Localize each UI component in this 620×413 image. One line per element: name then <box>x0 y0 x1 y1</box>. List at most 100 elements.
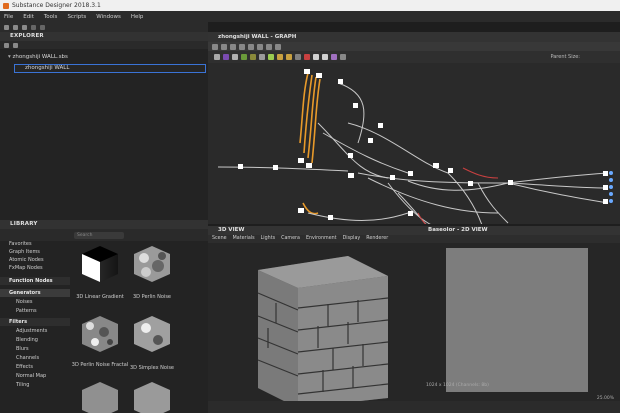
3d-view-header: 3D VIEW <box>208 226 418 235</box>
menu-bar: File Edit Tools Scripts Windows Help <box>0 11 620 22</box>
perlin-noise-thumbnail[interactable] <box>132 244 172 284</box>
menu-environment[interactable]: Environment <box>306 235 337 243</box>
node-type-icon[interactable] <box>214 54 220 60</box>
category-filters[interactable]: Filters <box>0 318 70 326</box>
menu-help[interactable]: Help <box>131 14 144 20</box>
node-type-icon[interactable] <box>268 54 274 60</box>
node-type-icon[interactable] <box>304 54 310 60</box>
graph-tool-icon[interactable] <box>230 43 236 50</box>
3d-view-panel: 3D VIEW Scene Materials Lights Camera En… <box>208 226 418 413</box>
graph-tool-icon[interactable] <box>212 43 218 50</box>
package-item[interactable]: ▾ zhongshiji WALL.sbs <box>8 54 68 60</box>
category-patterns[interactable]: Patterns <box>0 307 70 315</box>
graph-tool-icon[interactable] <box>248 43 254 50</box>
noise-thumbnail[interactable] <box>132 380 172 413</box>
category-function-nodes[interactable]: Function Nodes <box>0 277 70 285</box>
menu-scene[interactable]: Scene <box>212 235 227 243</box>
node-type-icon[interactable] <box>286 54 292 60</box>
graph-item[interactable]: zhongshiji WALL <box>14 64 206 73</box>
main-toolbar <box>0 22 208 32</box>
perlin-noise-fractal-thumbnail[interactable] <box>80 314 120 354</box>
category-effects[interactable]: Effects <box>0 363 70 371</box>
category-fxmap-nodes[interactable]: FxMap Nodes <box>0 264 70 272</box>
menu-edit[interactable]: Edit <box>23 14 34 20</box>
node-type-icon[interactable] <box>241 54 247 60</box>
item-3d-perlin-noise-fractal[interactable]: 3D Perlin Noise Fractal <box>70 362 130 368</box>
stone-wall-cube[interactable] <box>238 248 398 408</box>
node-graph-canvas[interactable] <box>208 63 620 224</box>
category-normal-map[interactable]: Normal Map <box>0 372 70 380</box>
simplex-noise-thumbnail[interactable] <box>132 314 172 354</box>
category-noises[interactable]: Noises <box>0 298 70 306</box>
menu-scripts[interactable]: Scripts <box>67 14 86 20</box>
noise-thumbnail[interactable] <box>80 380 120 413</box>
graph-toolbar <box>208 42 620 51</box>
graph-tool-icon[interactable] <box>266 43 272 50</box>
window-title-bar: Substance Designer 2018.3.1 <box>0 0 620 11</box>
2d-view-toolbar <box>418 235 620 243</box>
menu-renderer[interactable]: Renderer <box>366 235 388 243</box>
node-type-icon[interactable] <box>313 54 319 60</box>
node-type-icon[interactable] <box>223 54 229 60</box>
package-label: zhongshiji WALL.sbs <box>12 54 68 60</box>
output-nodes[interactable] <box>609 171 613 203</box>
undo-icon[interactable] <box>31 24 36 30</box>
category-blending[interactable]: Blending <box>0 336 70 344</box>
graph-tool-icon[interactable] <box>275 43 281 50</box>
category-graph-items[interactable]: Graph Items <box>0 248 70 256</box>
linear-gradient-thumbnail[interactable] <box>80 244 120 284</box>
menu-lights[interactable]: Lights <box>261 235 275 243</box>
2d-view-header: Baseolor - 2D VIEW <box>418 226 620 235</box>
category-blurs[interactable]: Blurs <box>0 345 70 353</box>
category-channels[interactable]: Channels <box>0 354 70 362</box>
explorer-toolbar <box>0 41 208 49</box>
item-3d-perlin-noise[interactable]: 3D Perlin Noise <box>122 294 182 300</box>
category-atomic-nodes[interactable]: Atomic Nodes <box>0 256 70 264</box>
redo-icon[interactable] <box>40 24 45 30</box>
menu-file[interactable]: File <box>4 14 13 20</box>
node-type-icon[interactable] <box>232 54 238 60</box>
node-type-icon[interactable] <box>340 54 346 60</box>
node-type-icon[interactable] <box>250 54 256 60</box>
2d-texture-preview[interactable] <box>446 248 588 392</box>
category-generators[interactable]: Generators <box>0 289 70 297</box>
node-type-icon[interactable] <box>331 54 337 60</box>
2d-view-panel: Baseolor - 2D VIEW 1024 x 1024 (Channels… <box>418 226 620 413</box>
node-type-icon[interactable] <box>277 54 283 60</box>
graph-label: zhongshiji WALL <box>25 65 70 71</box>
node-type-icon[interactable] <box>322 54 328 60</box>
menu-display[interactable]: Display <box>343 235 361 243</box>
library-header: LIBRARY <box>0 220 208 229</box>
save-icon[interactable] <box>22 24 27 30</box>
graph-tool-icon[interactable] <box>257 43 263 50</box>
library-panel: LIBRARY Search Favorites Graph Items Ato… <box>0 220 208 413</box>
category-favorites[interactable]: Favorites <box>0 240 70 248</box>
library-search-input[interactable]: Search <box>74 232 124 239</box>
category-tiling[interactable]: Tiling <box>0 381 70 389</box>
explorer-panel: EXPLORER ▾ zhongshiji WALL.sbs zhongshij… <box>0 32 208 220</box>
open-icon[interactable] <box>13 24 18 30</box>
category-adjustments[interactable]: Adjustments <box>0 327 70 335</box>
menu-tools[interactable]: Tools <box>44 14 58 20</box>
3d-view-statusbar <box>208 401 418 413</box>
window-title: Substance Designer 2018.3.1 <box>12 2 101 9</box>
menu-windows[interactable]: Windows <box>96 14 121 20</box>
parent-size-label: Parent Size: <box>550 54 580 60</box>
new-package-icon[interactable] <box>4 42 9 48</box>
3d-view-menu: Scene Materials Lights Camera Environmen… <box>208 235 418 243</box>
2d-view-statusbar <box>418 401 620 413</box>
node-type-icon[interactable] <box>259 54 265 60</box>
menu-camera[interactable]: Camera <box>281 235 300 243</box>
explorer-header: EXPLORER <box>0 32 208 41</box>
folder-icon[interactable] <box>13 42 18 48</box>
node-type-icon[interactable] <box>295 54 301 60</box>
red-connections <box>417 167 499 224</box>
graph-tool-icon[interactable] <box>239 43 245 50</box>
item-3d-simplex-noise[interactable]: 3D Simplex Noise <box>122 365 182 371</box>
menu-materials[interactable]: Materials <box>233 235 255 243</box>
graph-panel: zhongshiji WALL - GRAPH Parent Size: <box>208 32 620 224</box>
new-icon[interactable] <box>4 24 9 30</box>
graph-tool-icon[interactable] <box>221 43 227 50</box>
item-3d-linear-gradient[interactable]: 3D Linear Gradient <box>70 294 130 300</box>
app-icon <box>3 3 9 9</box>
